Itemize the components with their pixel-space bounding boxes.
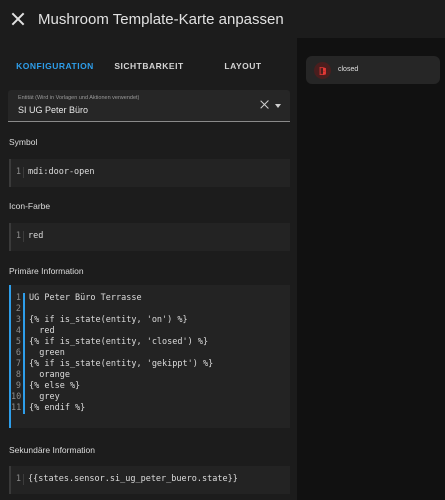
line-number: 2 — [15, 304, 21, 314]
icon-color-label: Icon-Farbe — [9, 201, 51, 211]
clear-icon[interactable] — [260, 100, 269, 109]
line-number: 7 — [15, 359, 21, 369]
code-line: 1 UG Peter Büro Terrasse — [11, 293, 290, 304]
code-line: 11 {% endif %} — [11, 403, 290, 414]
line-number: 6 — [15, 348, 21, 358]
close-icon[interactable] — [11, 12, 25, 26]
code-line: 5 {% if is_state(entity, 'closed') %} — [11, 337, 290, 348]
line-number: 11 — [11, 403, 22, 413]
code-line: 1 mdi:door-open — [11, 167, 290, 178]
dialog-header: Mushroom Template-Karte anpassen — [0, 0, 445, 38]
line-number: 1 — [15, 167, 21, 177]
primary-info-editor[interactable]: 1 UG Peter Büro Terrasse 2 3 {% if is_stat… — [9, 285, 290, 428]
preview-panel — [297, 38, 445, 500]
code-line: 7 {% if is_state(entity, 'gekippt') %} — [11, 359, 290, 370]
line-number: 8 — [15, 370, 21, 380]
code-text: UG Peter Büro Terrasse — [29, 293, 142, 303]
code-line: 1 {{states.sensor.si_ug_peter_buero.stat… — [11, 474, 290, 485]
code-text: {% if is_state(entity, 'on') %} — [29, 315, 188, 325]
dialog-title: Mushroom Template-Karte anpassen — [38, 10, 284, 28]
symbol-label: Symbol — [9, 137, 38, 147]
code-text: orange — [29, 370, 70, 380]
secondary-info-label: Sekundäre Information — [9, 445, 95, 455]
code-line: 9 {% else %} — [11, 381, 290, 392]
line-number: 1 — [15, 231, 21, 241]
code-text: {% endif %} — [29, 403, 86, 413]
card-state-text: closed — [338, 66, 359, 73]
door-open-icon — [314, 62, 331, 79]
tab-layout[interactable]: LAYOUT — [196, 53, 290, 94]
code-line: 2 — [11, 304, 290, 315]
primary-info-label: Primäre Information — [9, 266, 84, 276]
code-text: red — [28, 231, 44, 241]
line-number: 5 — [15, 337, 21, 347]
code-line: 6 green — [11, 348, 290, 359]
line-number: 4 — [15, 326, 21, 336]
code-line: 4 red — [11, 326, 290, 337]
tab-configuration[interactable]: KONFIGURATION — [8, 53, 102, 95]
code-text: {% if is_state(entity, 'closed') %} — [29, 337, 209, 347]
secondary-info-editor[interactable]: 1 {{states.sensor.si_ug_peter_buero.stat… — [9, 466, 290, 494]
entity-picker[interactable]: Entität (Wird in Vorlagen und Aktionen v… — [8, 90, 290, 122]
code-text: {% if is_state(entity, 'gekippt') %} — [29, 359, 214, 369]
code-text: {{states.sensor.si_ug_peter_buero.state}… — [28, 474, 238, 484]
code-line: 8 orange — [11, 370, 290, 381]
code-text: mdi:door-open — [28, 167, 95, 177]
symbol-editor[interactable]: 1 mdi:door-open — [9, 159, 290, 187]
chevron-down-icon[interactable] — [275, 104, 281, 108]
editor-panel: KONFIGURATION SICHTBARKEIT LAYOUT Entitä… — [0, 38, 297, 500]
line-number: 3 — [15, 315, 21, 325]
code-text: grey — [29, 392, 60, 402]
tab-visibility[interactable]: SICHTBARKEIT — [102, 53, 196, 94]
code-line: 10 grey — [11, 392, 290, 403]
code-text: green — [29, 348, 65, 358]
code-line: 3 {% if is_state(entity, 'on') %} — [11, 315, 290, 326]
entity-picker-value[interactable]: SI UG Peter Büro — [18, 105, 88, 115]
tab-bar: KONFIGURATION SICHTBARKEIT LAYOUT — [8, 53, 290, 95]
icon-color-editor[interactable]: 1 red — [9, 223, 290, 251]
line-number: 1 — [15, 474, 21, 484]
line-number: 9 — [15, 381, 21, 391]
code-text: {% else %} — [29, 381, 81, 391]
line-number: 1 — [15, 293, 21, 303]
code-line: 1 red — [11, 231, 290, 242]
preview-card[interactable]: closed — [306, 56, 440, 84]
code-text: red — [29, 326, 55, 336]
line-number: 10 — [11, 392, 22, 402]
entity-picker-label: Entität (Wird in Vorlagen und Aktionen v… — [18, 95, 140, 101]
